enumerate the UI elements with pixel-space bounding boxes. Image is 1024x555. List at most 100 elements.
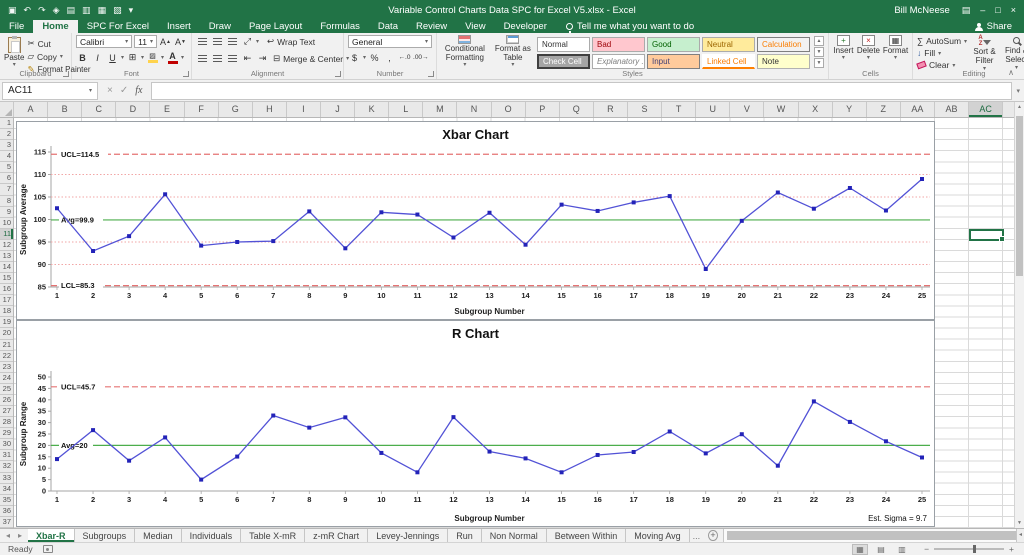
number-format-select[interactable]: General ▾ (348, 35, 432, 48)
data-point[interactable] (631, 200, 636, 205)
select-all-corner[interactable] (0, 102, 14, 117)
data-point[interactable] (343, 246, 348, 251)
r-chart[interactable]: R Chart 0 5 10 15 20 25 30 35 40 45 50 1 2 3 4 5 6 7 8 9 10 11… (16, 320, 935, 527)
data-point[interactable] (163, 192, 168, 197)
data-point[interactable] (55, 206, 59, 211)
row-header-17[interactable]: 17 (0, 295, 13, 307)
data-point[interactable] (667, 429, 672, 434)
data-point[interactable] (235, 454, 240, 459)
row-header-29[interactable]: 29 (0, 428, 13, 440)
column-header-z[interactable]: Z (867, 102, 901, 117)
data-point[interactable] (883, 208, 888, 213)
normal-view-button[interactable]: ▦ (852, 543, 869, 555)
bold-button[interactable]: B (76, 51, 89, 64)
row-header-8[interactable]: 8 (0, 196, 13, 207)
column-header-h[interactable]: H (253, 102, 287, 117)
decrease-decimal-button[interactable]: .00→ (413, 51, 429, 64)
percent-button[interactable]: % (368, 51, 381, 64)
share-button[interactable]: Share (974, 20, 1024, 33)
ribbon-tab-spc-for-excel[interactable]: SPC For Excel (78, 20, 158, 33)
row-header-31[interactable]: 31 (0, 450, 13, 462)
ribbon-tab-developer[interactable]: Developer (495, 20, 556, 33)
column-header-q[interactable]: Q (560, 102, 594, 117)
name-box[interactable]: AC11 ▾ (2, 81, 98, 100)
print-preview-icon[interactable]: ▧ (113, 5, 122, 16)
data-point[interactable] (451, 235, 456, 240)
ribbon-tab-review[interactable]: Review (407, 20, 456, 33)
selected-cell[interactable] (969, 228, 1005, 242)
column-header-o[interactable]: O (492, 102, 526, 117)
data-point[interactable] (307, 425, 312, 430)
align-right-icon[interactable] (226, 52, 239, 65)
cell-style-check-cell[interactable]: Check Cell (537, 54, 590, 69)
row-header-35[interactable]: 35 (0, 495, 13, 506)
export-icon[interactable]: ▥ (82, 5, 91, 16)
row-header-2[interactable]: 2 (0, 129, 13, 141)
data-point[interactable] (523, 456, 528, 461)
gallery-up-icon[interactable]: ▲ (814, 36, 824, 46)
scroll-up-icon[interactable]: ▲ (1015, 104, 1024, 110)
data-point[interactable] (703, 267, 708, 271)
cell-style-normal[interactable]: Normal (537, 37, 590, 52)
row-header-33[interactable]: 33 (0, 473, 13, 484)
formula-input[interactable] (151, 81, 1013, 100)
row-header-10[interactable]: 10 (0, 218, 13, 229)
column-header-y[interactable]: Y (833, 102, 867, 117)
gallery-down-icon[interactable]: ▼ (814, 47, 824, 57)
row-header-18[interactable]: 18 (0, 306, 13, 318)
sheet-tabs-overflow[interactable]: ... (690, 529, 704, 542)
minimize-button[interactable]: – (980, 5, 985, 15)
sheet-nav-right-icon[interactable]: ▸ (18, 531, 22, 540)
ribbon-tab-view[interactable]: View (456, 20, 494, 33)
row-header-26[interactable]: 26 (0, 395, 13, 407)
currency-button[interactable]: $ (348, 51, 361, 64)
column-header-g[interactable]: G (219, 102, 253, 117)
cell-style-bad[interactable]: Bad (592, 37, 645, 52)
row-header-15[interactable]: 15 (0, 273, 13, 285)
data-point[interactable] (487, 449, 492, 454)
column-header-i[interactable]: I (287, 102, 321, 117)
data-point[interactable] (559, 202, 564, 207)
clipboard-dialog-launcher[interactable] (63, 71, 69, 77)
font-size-select[interactable]: 11 ▾ (134, 35, 157, 48)
data-point[interactable] (415, 212, 420, 217)
font-dialog-launcher[interactable] (183, 71, 189, 77)
ribbon-tab-insert[interactable]: Insert (158, 20, 200, 33)
sheet-tab-levey-jennings[interactable]: Levey-Jennings (368, 529, 449, 542)
column-header-k[interactable]: K (355, 102, 390, 117)
column-header-x[interactable]: X (799, 102, 833, 117)
data-point[interactable] (415, 470, 420, 475)
orientation-button[interactable]: ⤢ (241, 35, 254, 48)
sheet-tab-xbar-r[interactable]: Xbar-R (28, 529, 75, 542)
row-header-5[interactable]: 5 (0, 162, 13, 174)
ribbon-tab-home[interactable]: Home (33, 20, 78, 33)
insert-function-button[interactable]: fx (135, 85, 142, 96)
zoom-in-button[interactable]: + (1009, 544, 1014, 554)
collapse-ribbon-button[interactable]: ∧ (1008, 68, 1014, 77)
data-point[interactable] (451, 415, 456, 420)
data-point[interactable] (127, 458, 132, 463)
column-header-ab[interactable]: AB (935, 102, 970, 117)
data-point[interactable] (739, 218, 744, 223)
cancel-icon[interactable]: × (107, 85, 113, 96)
data-point[interactable] (703, 451, 708, 456)
data-point[interactable] (55, 457, 59, 462)
sheet-tab-median[interactable]: Median (135, 529, 182, 542)
row-header-34[interactable]: 34 (0, 484, 13, 495)
column-header-j[interactable]: J (321, 102, 356, 117)
align-middle-icon[interactable] (211, 35, 224, 48)
data-point[interactable] (920, 455, 924, 460)
column-header-m[interactable]: M (423, 102, 458, 117)
column-header-n[interactable]: N (457, 102, 492, 117)
data-point[interactable] (91, 249, 96, 253)
sheet-nav-left-icon[interactable]: ◂ (6, 531, 10, 540)
data-point[interactable] (379, 210, 384, 215)
cell-style-input[interactable]: Input (647, 54, 700, 69)
sheet-tab-z-mr-chart[interactable]: z-mR Chart (305, 529, 369, 542)
data-point[interactable] (775, 190, 780, 195)
data-point[interactable] (523, 242, 528, 247)
save-icon[interactable]: ▣ (8, 5, 17, 16)
alignment-dialog-launcher[interactable] (335, 71, 341, 77)
align-top-icon[interactable] (196, 35, 209, 48)
number-dialog-launcher[interactable] (428, 71, 434, 77)
